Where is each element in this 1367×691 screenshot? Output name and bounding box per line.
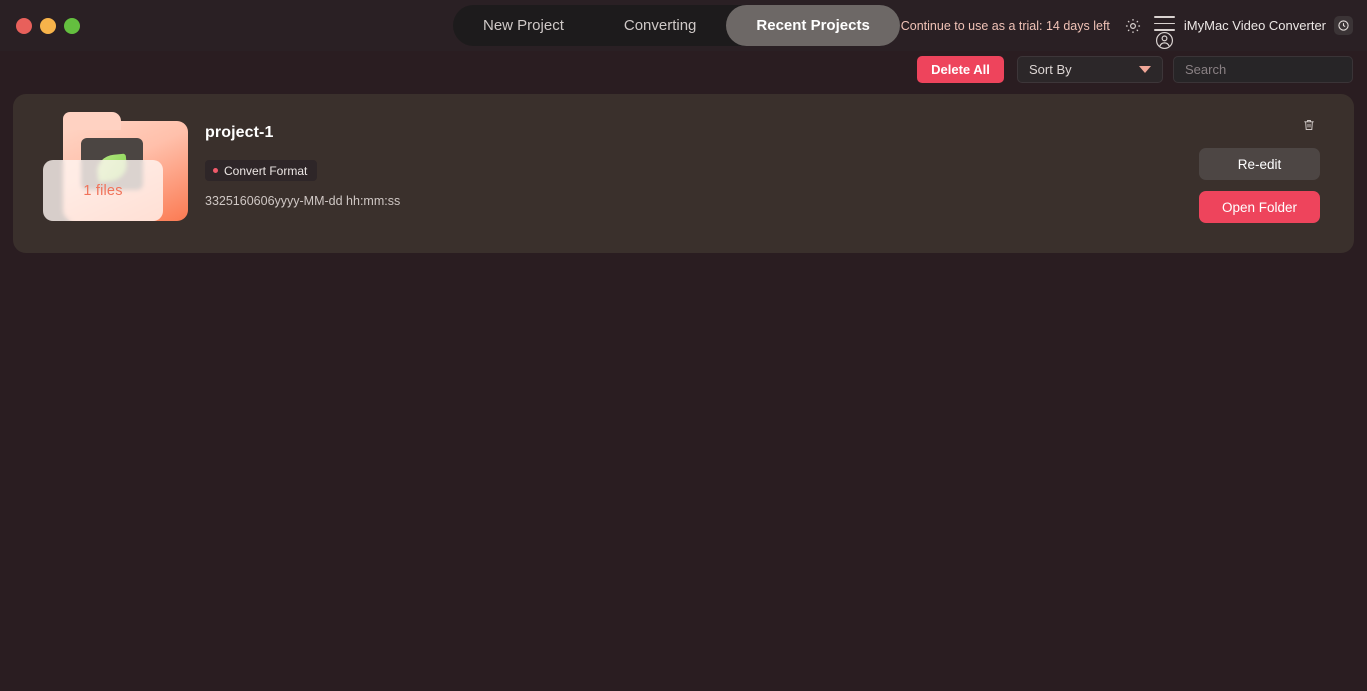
tab-recent-projects[interactable]: Recent Projects xyxy=(726,5,900,46)
tab-group: New Project Converting Recent Projects xyxy=(453,5,900,46)
hamburger-menu-icon[interactable] xyxy=(1153,16,1175,31)
window-close-button[interactable] xyxy=(16,18,32,34)
window-maximize-button[interactable] xyxy=(64,18,80,34)
trial-status-text: Continue to use as a trial: 14 days left xyxy=(900,18,1110,33)
titlebar: New Project Converting Recent Projects C… xyxy=(0,0,1367,51)
project-card: 1 files project-1 Convert Format 3325160… xyxy=(13,94,1354,253)
folder-front-panel: 1 files xyxy=(43,160,163,221)
delete-all-button[interactable]: Delete All xyxy=(917,55,1004,83)
chevron-down-icon xyxy=(1139,65,1151,73)
search-input[interactable] xyxy=(1173,55,1353,83)
badge-dot-icon xyxy=(213,168,218,173)
status-badge: Convert Format xyxy=(205,160,318,181)
menu-and-account-stack xyxy=(1150,0,1178,51)
account-circle-icon[interactable] xyxy=(1155,31,1174,50)
window-minimize-button[interactable] xyxy=(40,18,56,34)
toolbar: Delete All Sort By xyxy=(917,55,1353,83)
folder-icon: 1 files xyxy=(41,112,196,229)
app-name-label: iMyMac Video Converter xyxy=(1183,18,1326,33)
tab-new-project[interactable]: New Project xyxy=(453,5,594,46)
traffic-lights xyxy=(16,18,80,34)
open-folder-button[interactable]: Open Folder xyxy=(1199,191,1320,223)
power-icon[interactable] xyxy=(1334,16,1353,35)
badge-label: Convert Format xyxy=(224,163,308,178)
sort-by-label: Sort By xyxy=(1029,61,1072,77)
gear-icon[interactable] xyxy=(1120,13,1146,39)
header-right-cluster: Continue to use as a trial: 14 days left… xyxy=(901,0,1353,51)
re-edit-button[interactable]: Re-edit xyxy=(1199,148,1320,180)
project-timestamp: 3325160606yyyy-MM-dd hh:mm:ss xyxy=(205,194,401,208)
project-title: project-1 xyxy=(205,124,274,141)
file-count-label: 1 files xyxy=(83,182,123,199)
sort-by-dropdown[interactable]: Sort By xyxy=(1017,55,1163,83)
tab-converting[interactable]: Converting xyxy=(594,5,727,46)
trash-icon[interactable] xyxy=(1297,114,1321,136)
